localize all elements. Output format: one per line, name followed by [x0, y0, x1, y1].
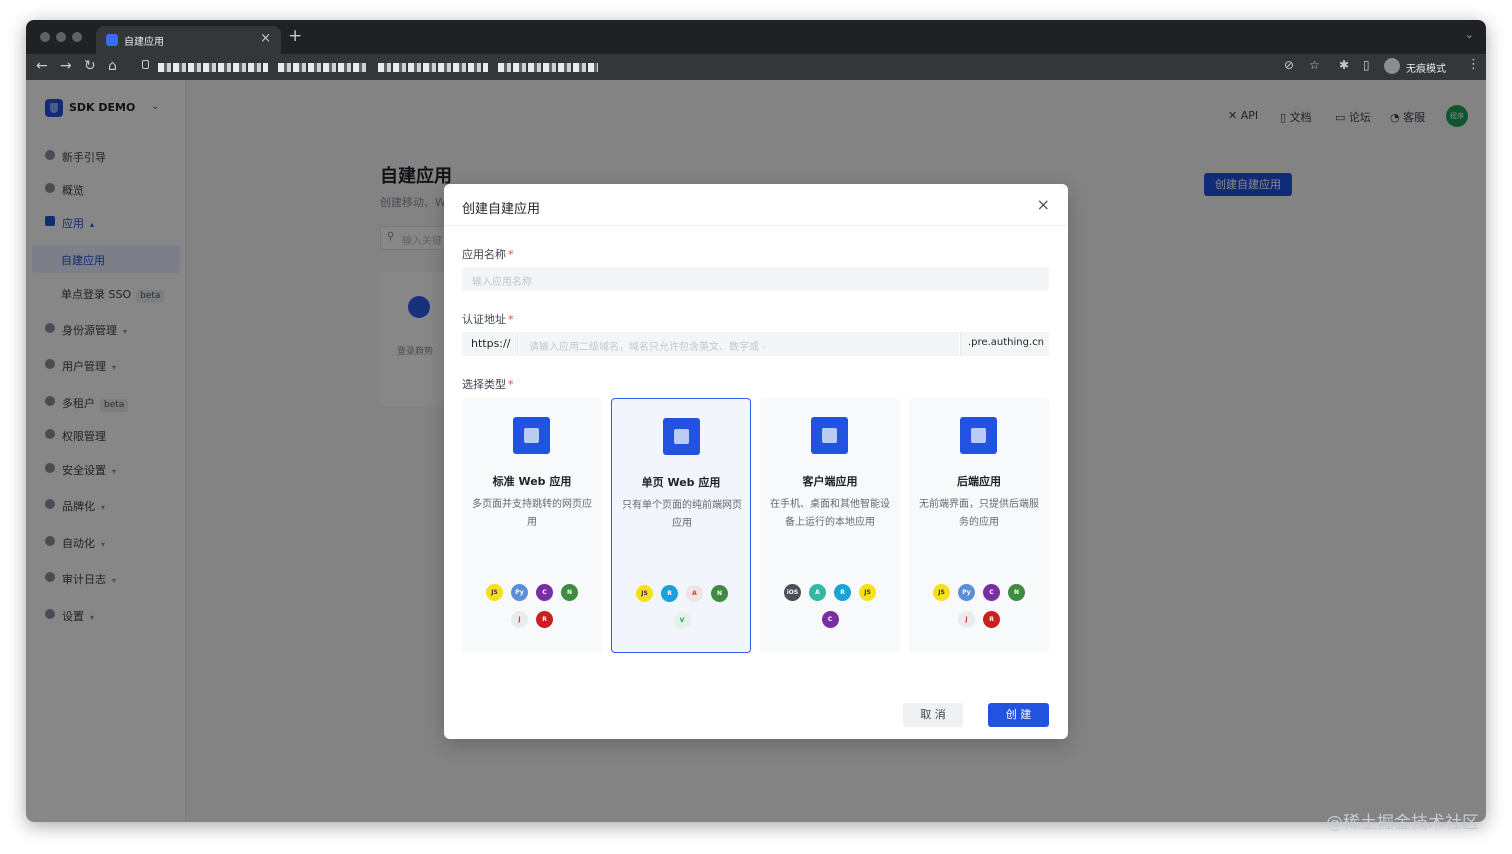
window-icon: [663, 418, 700, 455]
js-icon: JS: [933, 583, 950, 601]
java-icon: J: [958, 610, 975, 628]
auth-domain-placeholder: 请输入应用二级域名，域名只允许包含英文、数字或 -: [529, 342, 766, 353]
java-icon: J: [511, 610, 528, 628]
type-card-spa[interactable]: 单页 Web 应用 只有单个页面的纯前端网页应用 JS R A N V: [611, 398, 751, 653]
grid-icon: [811, 417, 848, 454]
blurred-url: [278, 63, 368, 72]
auth-domain-input[interactable]: 请输入应用二级域名，域名只允许包含英文、数字或 -: [519, 332, 959, 356]
react-icon: R: [834, 583, 851, 601]
app-type-label: 选择类型 *: [462, 376, 514, 392]
app-content: SDK DEMO ⌄ 新手引导 概览 应用 ▴ 自建应用 单点登录 SSO beta: [26, 80, 1486, 822]
app-name-label-text: 应用名称: [462, 248, 506, 261]
type-card-standard-web[interactable]: 标准 Web 应用 多页面并支持跳转的网页应用 JS Py C N J R: [462, 398, 602, 653]
watermark: @稀土掘金技术社区: [1326, 813, 1479, 833]
tab-title: 自建应用: [124, 37, 164, 48]
back-icon[interactable]: ←: [36, 57, 48, 75]
app-name-placeholder: 输入应用名称: [472, 277, 532, 288]
cancel-button[interactable]: 取 消: [903, 703, 963, 727]
python-icon: Py: [511, 583, 528, 601]
eye-off-icon[interactable]: ⊘: [1284, 58, 1294, 72]
home-icon[interactable]: ⌂: [108, 57, 117, 75]
js-icon: JS: [636, 584, 653, 602]
blurred-url: [158, 63, 268, 72]
ruby-icon: R: [536, 610, 553, 628]
forward-icon[interactable]: →: [60, 57, 72, 75]
browser-window: 自建应用 × + ⌄ ← → ↻ ⌂ ⊘ ☆ ✱ ▯ 无痕模式 ⋮ SDK DE…: [26, 20, 1486, 822]
close-icon[interactable]: ×: [1037, 195, 1050, 215]
star-icon[interactable]: ☆: [1309, 58, 1320, 72]
type-card-native[interactable]: 客户端应用 在手机、桌面和其他智能设备上运行的本地应用 iOS A R JS C: [760, 398, 900, 653]
url-suffix-text: .pre.authing.cn: [968, 337, 1044, 348]
app-name-input[interactable]: 输入应用名称: [462, 267, 1049, 291]
type-card-backend[interactable]: 后端应用 无前端界面，只提供后端服务的应用 JS Py C N J R: [909, 398, 1049, 653]
tab-bar: 自建应用 × + ⌄: [26, 20, 1486, 54]
type-card-desc: 只有单个页面的纯前端网页应用: [622, 500, 742, 529]
required-mark: *: [508, 313, 514, 326]
nodejs-icon: N: [561, 583, 578, 601]
python-icon: Py: [958, 583, 975, 601]
type-card-name: 单页 Web 应用: [641, 476, 721, 489]
new-tab-icon[interactable]: +: [288, 26, 302, 46]
incognito-icon: [1384, 58, 1400, 74]
blurred-url: [498, 63, 598, 72]
csharp-icon: C: [983, 583, 1000, 601]
type-card-desc: 多页面并支持跳转的网页应用: [472, 499, 592, 528]
url-prefix-text: https://: [471, 337, 511, 350]
required-mark: *: [508, 378, 514, 391]
incognito-indicator[interactable]: 无痕模式: [1384, 57, 1464, 77]
auth-url-label: 认证地址 *: [462, 311, 514, 327]
react-icon: R: [661, 584, 678, 602]
required-mark: *: [508, 248, 514, 261]
tech-logos: iOS A R JS C: [770, 579, 890, 633]
app-type-label-text: 选择类型: [462, 378, 506, 391]
tech-logos: JS Py C N J R: [472, 579, 592, 633]
tab-close-icon[interactable]: ×: [260, 31, 271, 46]
layers-icon: [513, 417, 550, 454]
app-name-label: 应用名称 *: [462, 246, 514, 262]
angular-icon: A: [686, 584, 703, 602]
lock-icon: [142, 60, 149, 69]
ruby-icon: R: [983, 610, 1000, 628]
create-button[interactable]: 创 建: [988, 703, 1049, 727]
minimize-window-icon[interactable]: [56, 32, 66, 42]
type-card-name: 标准 Web 应用: [492, 475, 572, 488]
csharp-icon: C: [536, 583, 553, 601]
tech-logos: JS R A N V: [622, 580, 742, 634]
type-card-desc: 在手机、桌面和其他智能设备上运行的本地应用: [770, 499, 890, 528]
type-card-desc: 无前端界面，只提供后端服务的应用: [919, 499, 1039, 528]
auth-url-label-text: 认证地址: [462, 313, 506, 326]
create-app-modal: 创建自建应用 × 应用名称 * 输入应用名称 认证地址 * https:// 请输入…: [444, 184, 1068, 739]
more-menu-icon[interactable]: ⋮: [1467, 57, 1480, 72]
address-bar[interactable]: [136, 57, 1276, 77]
browser-toolbar: ← → ↻ ⌂ ⊘ ☆ ✱ ▯ 无痕模式 ⋮: [26, 54, 1486, 80]
blurred-url: [378, 63, 488, 72]
sidebar-toggle-icon[interactable]: ▯: [1363, 58, 1370, 72]
js-icon: JS: [486, 583, 503, 601]
tech-logos: JS Py C N J R: [919, 579, 1039, 633]
modal-divider: [444, 225, 1068, 226]
reload-icon[interactable]: ↻: [84, 57, 96, 75]
nodejs-icon: N: [711, 584, 728, 602]
url-suffix: .pre.authing.cn: [960, 332, 1049, 356]
android-icon: A: [809, 583, 826, 601]
type-card-name: 后端应用: [957, 475, 1001, 488]
js-icon: JS: [859, 583, 876, 601]
close-window-icon[interactable]: [40, 32, 50, 42]
maximize-window-icon[interactable]: [72, 32, 82, 42]
vue-icon: V: [673, 611, 691, 629]
type-card-name: 客户端应用: [802, 475, 858, 488]
url-prefix: https://: [462, 332, 518, 356]
incognito-label: 无痕模式: [1406, 64, 1446, 75]
ios-icon: iOS: [784, 583, 801, 601]
server-icon: [960, 417, 997, 454]
extensions-icon[interactable]: ✱: [1339, 58, 1349, 72]
modal-title: 创建自建应用: [462, 202, 541, 217]
tab-search-icon[interactable]: ⌄: [1465, 28, 1474, 41]
nodejs-icon: N: [1008, 583, 1025, 601]
browser-tab[interactable]: 自建应用 ×: [96, 26, 281, 54]
csharp-icon: C: [821, 610, 839, 628]
shield-icon: [106, 34, 118, 46]
